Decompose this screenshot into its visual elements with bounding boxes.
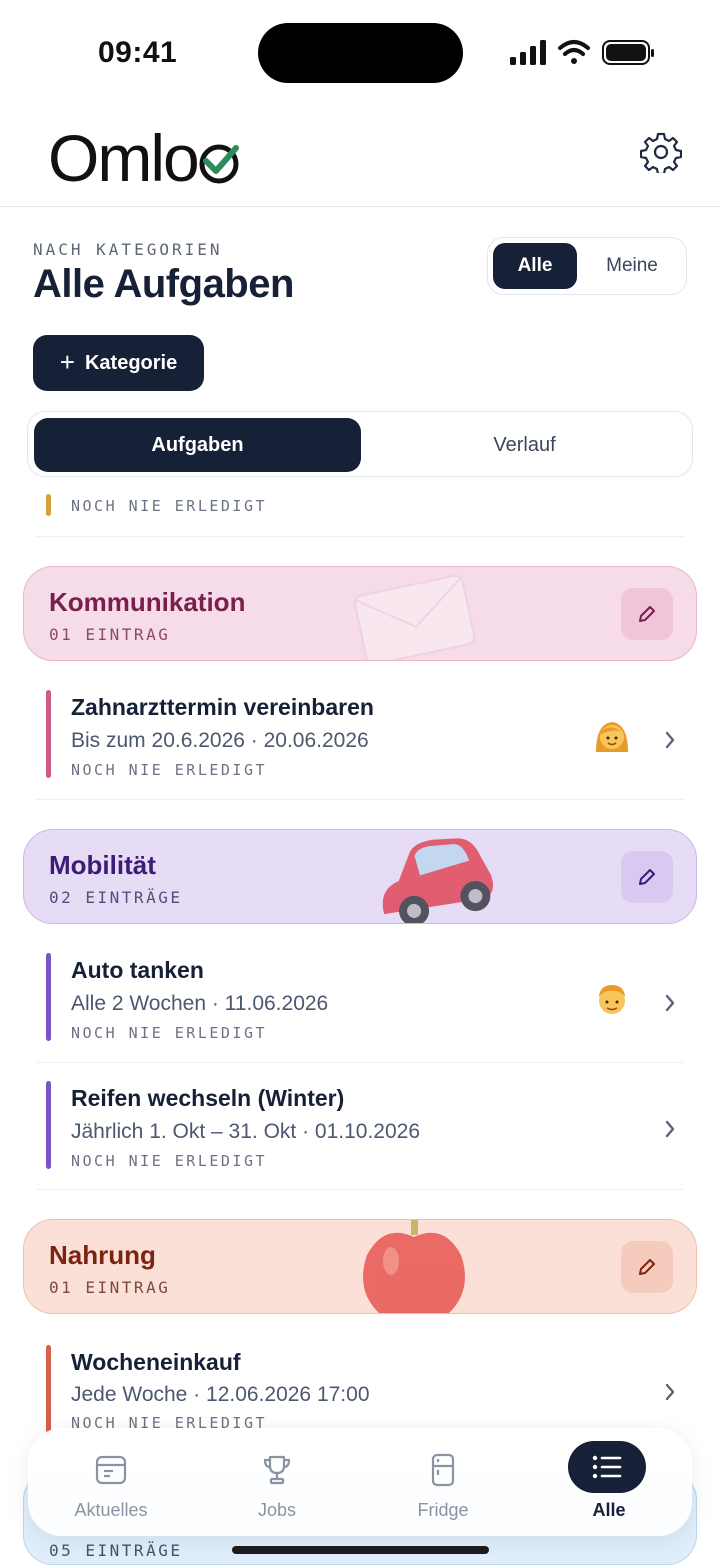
task-status: NOCH NIE ERLEDIGT [71, 1152, 268, 1170]
task-color-bar [46, 1081, 51, 1169]
list-icon [568, 1441, 646, 1493]
edit-category-button[interactable] [621, 1241, 673, 1293]
omloo-logo[interactable]: Omlo [48, 115, 248, 195]
settings-gear-icon[interactable] [640, 131, 682, 173]
car-icon [382, 838, 493, 923]
nav-label: Fridge [417, 1500, 469, 1520]
task-title: Reifen wechseln (Winter) [71, 1085, 345, 1111]
owner-filter: Alle Meine [487, 237, 687, 295]
chevron-right-icon [665, 731, 675, 749]
filter-mine-button[interactable]: Meine [584, 243, 680, 289]
chevron-right-icon [665, 1383, 675, 1401]
list-item[interactable]: Auto tanken Alle 2 Wochen · 11.06.2026 N… [36, 933, 684, 1063]
category-card-kommunikation[interactable]: Kommunikation 01 EINTRAG [23, 566, 697, 661]
chevron-right-icon [665, 994, 675, 1012]
add-category-label: Kategorie [84, 351, 178, 374]
category-title: Mobilität [49, 850, 156, 880]
task-color-bar [46, 953, 51, 1041]
home-indicator[interactable] [232, 1546, 489, 1554]
task-color-bar [46, 1345, 51, 1433]
task-status: NOCH NIE ERLEDIGT [71, 497, 268, 515]
task-subtitle: Jährlich 1. Okt – 31. Okt · 01.10.2026 [71, 1120, 421, 1143]
plus-icon: + [59, 347, 75, 377]
tab-verlauf[interactable]: Verlauf [361, 418, 688, 472]
cellular-signal-icon [510, 40, 546, 65]
chevron-right-icon [665, 1120, 675, 1138]
category-title: Kommunikation [49, 587, 246, 617]
list-item[interactable]: Reifen wechseln (Winter) Jährlich 1. Okt… [36, 1063, 684, 1190]
man-avatar-icon [599, 985, 625, 1014]
battery-icon [602, 40, 654, 65]
apple-icon [363, 1220, 465, 1313]
category-count: 01 EINTRAG [49, 625, 171, 644]
category-count: 01 EINTRAG [49, 1278, 171, 1297]
edit-category-button[interactable] [621, 851, 673, 903]
nav-label: Jobs [257, 1500, 297, 1520]
list-item[interactable]: Zahnarzttermin vereinbaren Bis zum 20.6.… [36, 670, 684, 800]
envelope-icon [354, 574, 476, 660]
task-title: Wocheneinkauf [71, 1349, 241, 1375]
trophy-icon [257, 1450, 297, 1490]
app-header: Omlo [0, 105, 720, 207]
section-eyebrow: NACH KATEGORIEN [33, 240, 223, 259]
task-status: NOCH NIE ERLEDIGT [71, 761, 268, 779]
fridge-icon [423, 1450, 463, 1490]
category-count: 02 EINTRÄGE [49, 888, 183, 907]
nav-item-alle[interactable]: Alle [526, 1428, 692, 1536]
wifi-icon [558, 40, 590, 64]
status-bar: 09:41 [0, 0, 720, 105]
nav-label: Aktuelles [74, 1500, 148, 1520]
dynamic-island [258, 23, 463, 83]
nav-item-aktuelles[interactable]: Aktuelles [28, 1428, 194, 1536]
pencil-icon [639, 1259, 655, 1275]
task-title: Zahnarzttermin vereinbaren [71, 694, 374, 720]
nav-item-fridge[interactable]: Fridge [360, 1428, 526, 1536]
bottom-navigation: Aktuelles Jobs Fridge Alle [28, 1428, 692, 1536]
category-count: 05 EINTRÄGE [49, 1541, 183, 1560]
task-subtitle: Bis zum 20.6.2026 · 20.06.2026 [71, 729, 369, 752]
pencil-icon [639, 606, 655, 622]
category-title: Nahrung [49, 1240, 156, 1270]
task-color-bar [46, 494, 51, 516]
category-card-mobilitaet[interactable]: Mobilität 02 EINTRÄGE [23, 829, 697, 924]
task-subtitle: Jede Woche · 12.06.2026 17:00 [71, 1383, 370, 1406]
list-item[interactable]: NOCH NIE ERLEDIGT [36, 480, 684, 537]
nav-item-jobs[interactable]: Jobs [194, 1428, 360, 1536]
category-card-nahrung[interactable]: Nahrung 01 EINTRAG [23, 1219, 697, 1314]
nav-label: Alle [592, 1500, 626, 1520]
add-category-button[interactable]: + Kategorie [33, 335, 204, 391]
calendar-icon [91, 1450, 131, 1490]
view-tabs: Aufgaben Verlauf [27, 411, 693, 477]
status-icons [510, 40, 654, 65]
tab-aufgaben[interactable]: Aufgaben [34, 418, 361, 472]
edit-category-button[interactable] [621, 588, 673, 640]
task-color-bar [46, 690, 51, 778]
task-title: Auto tanken [71, 957, 204, 983]
woman-avatar-icon [596, 722, 628, 752]
svg-text:Omlo: Omlo [48, 121, 198, 195]
pencil-icon [639, 869, 655, 885]
status-time: 09:41 [98, 36, 178, 69]
page-title: Alle Aufgaben [33, 262, 294, 306]
task-subtitle: Alle 2 Wochen · 11.06.2026 [71, 992, 329, 1015]
filter-all-button[interactable]: Alle [493, 243, 577, 289]
task-status: NOCH NIE ERLEDIGT [71, 1024, 268, 1042]
